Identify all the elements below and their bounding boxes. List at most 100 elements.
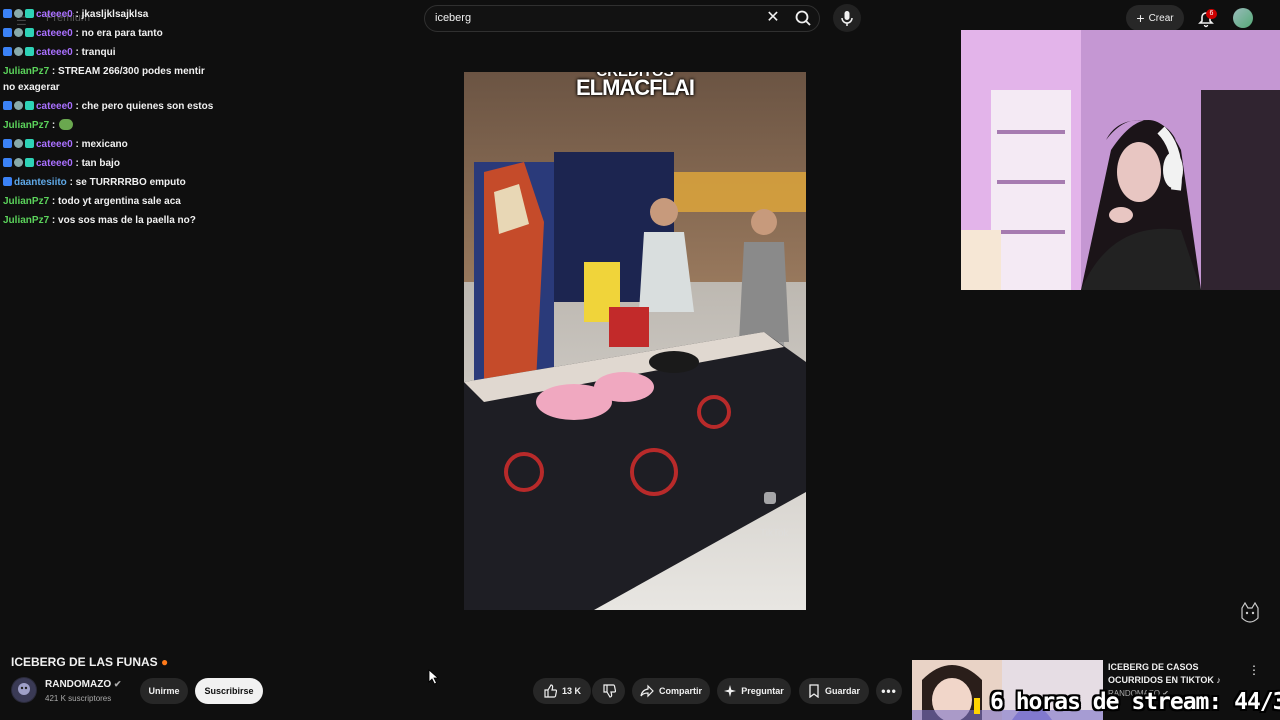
chat-message: JulianPz7 : STREAM 266/300 podes mentir (3, 64, 205, 80)
ask-button[interactable]: Preguntar (717, 678, 791, 704)
webcam-illustration (961, 30, 1280, 290)
chat-text: : vos sos mas de la paella no? (49, 215, 196, 226)
join-button[interactable]: Unirme (140, 678, 188, 704)
chat-message: cateee0 : che pero quienes son estos (3, 99, 213, 115)
chat-badge-icon (25, 28, 34, 37)
clear-search-icon[interactable]: ✕ (763, 8, 783, 28)
dislike-button[interactable] (592, 678, 625, 704)
bookmark-icon (809, 684, 819, 698)
ask-button-label: Preguntar (741, 686, 784, 696)
channel-name[interactable]: RANDOMAZO ✔ (45, 679, 121, 690)
chat-badge-icon (14, 101, 23, 110)
plus-icon: + (1136, 10, 1145, 26)
chat-username[interactable]: JulianPz7 (3, 196, 49, 207)
search-input[interactable]: iceberg ✕ (424, 5, 820, 32)
chat-username[interactable]: JulianPz7 (3, 66, 49, 77)
chat-username[interactable]: cateee0 (36, 101, 73, 112)
chat-message: cateee0 : tranqui (3, 45, 115, 61)
channel-name-text: RANDOMAZO (45, 679, 112, 690)
tiktok-watermark: TikTok (760, 528, 789, 539)
chat-message: JulianPz7 : todo yt argentina sale aca (3, 194, 181, 210)
channel-avatar[interactable] (11, 677, 37, 703)
thumbs-down-icon (602, 684, 616, 698)
mouse-cursor-icon (428, 669, 440, 690)
notification-count-badge: 6 (1206, 9, 1217, 19)
recommended-more-icon[interactable]: ⋮ (1248, 663, 1260, 677)
chat-badge-icon (3, 101, 12, 110)
join-button-label: Unirme (148, 686, 180, 696)
chat-text: : no era para tanto (72, 28, 163, 39)
chat-text: : STREAM 266/300 podes mentir (49, 66, 205, 77)
chat-badge-icon (3, 9, 12, 18)
chat-message: cateee0 : no era para tanto (3, 26, 163, 42)
subscribe-button[interactable]: Suscribirse (195, 678, 263, 704)
account-avatar[interactable] (1233, 8, 1253, 28)
chat-message: cateee0 : tan bajo (3, 156, 120, 172)
voice-search-button[interactable] (833, 4, 861, 32)
like-button[interactable]: 13 K (533, 678, 591, 704)
thumbs-up-icon (544, 684, 557, 698)
chat-badge-icon (14, 9, 23, 18)
channel-avatar-icon (12, 678, 36, 702)
chat-badge-icon (14, 47, 23, 56)
chat-badge-icon (3, 177, 12, 186)
microphone-icon (841, 11, 853, 26)
chat-text: : jkasljklsajklsa (72, 9, 149, 20)
chat-text-continuation: no exagerar (3, 82, 60, 93)
chat-badge-icon (14, 158, 23, 167)
video-player[interactable]: CREDITOS ELMACFLAI TikTok (464, 72, 806, 610)
chat-message: cateee0 : mexicano (3, 137, 128, 153)
video-credit-overlay: CREDITOS ELMACFLAI (464, 72, 806, 100)
sparkle-icon (724, 685, 737, 697)
chat-username[interactable]: cateee0 (36, 158, 73, 169)
more-actions-button[interactable]: ••• (876, 678, 902, 704)
stream-overlay-accent (974, 698, 980, 714)
chat-username[interactable]: JulianPz7 (3, 120, 49, 131)
chat-badge-icon (3, 158, 12, 167)
chat-username[interactable]: cateee0 (36, 28, 73, 39)
chat-message: JulianPz7 : (3, 118, 74, 134)
subscribe-button-label: Suscribirse (204, 686, 254, 696)
chat-badge-icon (25, 139, 34, 148)
share-icon (640, 684, 654, 698)
credit-line-2: ELMACFLAI (575, 75, 695, 100)
chat-message: JulianPz7 : vos sos mas de la paella no? (3, 213, 196, 229)
video-frame-illustration (464, 72, 806, 610)
video-title-text: ICEBERG DE LAS FUNAS (11, 655, 158, 669)
more-horizontal-icon: ••• (881, 684, 897, 698)
chat-text: : (49, 120, 56, 131)
verified-icon: ✔ (113, 679, 122, 689)
chat-username[interactable]: cateee0 (36, 47, 73, 58)
search-button[interactable] (786, 5, 820, 32)
cat-mascot-icon (1239, 601, 1261, 626)
chat-badge-icon (3, 47, 12, 56)
streamer-webcam (961, 30, 1280, 290)
like-count: 13 K (561, 686, 581, 696)
chat-badge-icon (14, 139, 23, 148)
chat-username[interactable]: JulianPz7 (3, 215, 49, 226)
fire-emoji-icon: ● (161, 655, 169, 669)
subscriber-count: 421 K suscriptores (45, 694, 112, 703)
stream-timer-overlay: 6 horas de stream: 44/30 (990, 689, 1280, 715)
chat-badge-icon (14, 28, 23, 37)
chat-text: : tan bajo (72, 158, 120, 169)
chat-badge-icon (25, 47, 34, 56)
chat-text: : che pero quienes son estos (72, 101, 214, 112)
chat-text: : mexicano (72, 139, 128, 150)
chat-message: cateee0 : jkasljklsajklsa (3, 7, 148, 23)
chat-badge-icon (3, 28, 12, 37)
search-icon (795, 10, 811, 26)
search-input-value: iceberg (435, 12, 472, 24)
stream-chat-overlay: cateee0 : jkasljklsajklsa cateee0 : no er… (0, 0, 240, 240)
chat-badge-icon (25, 101, 34, 110)
chat-username[interactable]: daantesiito (14, 177, 67, 188)
create-button[interactable]: + Crear (1126, 5, 1184, 31)
save-button[interactable]: Guardar (799, 678, 869, 704)
chat-text: : tranqui (72, 47, 116, 58)
chat-username[interactable]: cateee0 (36, 9, 73, 20)
share-button[interactable]: Compartir (632, 678, 710, 704)
chat-badge-icon (25, 9, 34, 18)
recommended-video-title[interactable]: ICEBERG DE CASOS OCURRIDOS EN TIKTOK ♪ (1108, 661, 1238, 687)
pepe-emote-icon (59, 119, 74, 130)
chat-username[interactable]: cateee0 (36, 139, 73, 150)
